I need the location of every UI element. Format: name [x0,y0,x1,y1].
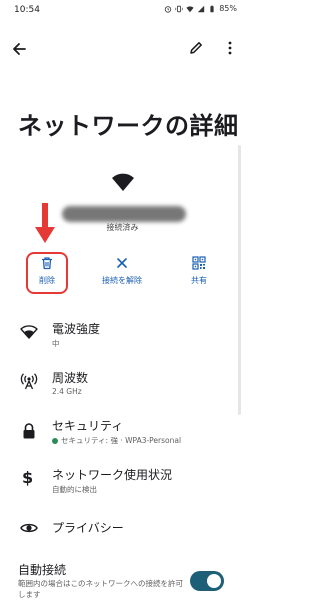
disconnect-button[interactable]: 接続を解除 [97,256,147,294]
antenna-icon [20,373,38,390]
share-label: 共有 [191,276,207,285]
qr-code-icon [192,256,206,270]
network-name-redacted [62,206,186,222]
arrow-back-icon[interactable] [10,40,28,58]
share-button[interactable]: 共有 [174,256,224,294]
network-usage-value: 自動的に検出 [52,485,97,494]
eye-icon [20,523,38,533]
signal-strength-title: 電波強度 [52,322,101,336]
alarm-icon [165,5,172,13]
signal-strength-value: 中 [52,339,60,348]
dollar-icon: $ [22,468,34,487]
status-time: 10:54 [14,5,40,15]
page-title: ネットワークの詳細 [18,112,239,140]
frequency-value: 2.4 GHz [52,387,82,396]
wifi-icon [112,173,134,191]
network-usage-title: ネットワーク使用状況 [52,468,173,482]
wifi-signal-icon [20,325,38,339]
pencil-icon[interactable] [188,40,204,56]
signal-icon [198,5,205,12]
auto-connect-toggle[interactable] [190,571,224,591]
auto-connect-description: 範囲内の場合はこのネットワークへの接続を許可します [18,579,183,599]
annotation-highlight-box [26,252,68,294]
auto-connect-title: 自動接続 [18,563,67,577]
annotation-arrow [35,203,55,243]
scrollbar[interactable] [238,145,241,415]
security-value-text: セキュリティ: 強 · WPA3-Personal [61,436,182,445]
battery-icon [210,5,214,12]
wifi-status-icon [186,5,194,12]
toggle-knob [207,574,221,588]
status-icons: 85% [164,4,237,13]
close-icon [117,258,127,268]
security-title: セキュリティ [52,419,124,433]
battery-percent: 85% [219,4,237,13]
more-vert-icon[interactable] [222,40,238,56]
lock-icon [23,423,35,439]
frequency-title: 周波数 [52,371,89,385]
vibrate-icon [175,5,183,12]
security-value: セキュリティ: 強 · WPA3-Personal [52,435,181,446]
disconnect-label: 接続を解除 [102,276,142,285]
privacy-title[interactable]: プライバシー [52,519,124,536]
security-status-dot [52,438,58,444]
